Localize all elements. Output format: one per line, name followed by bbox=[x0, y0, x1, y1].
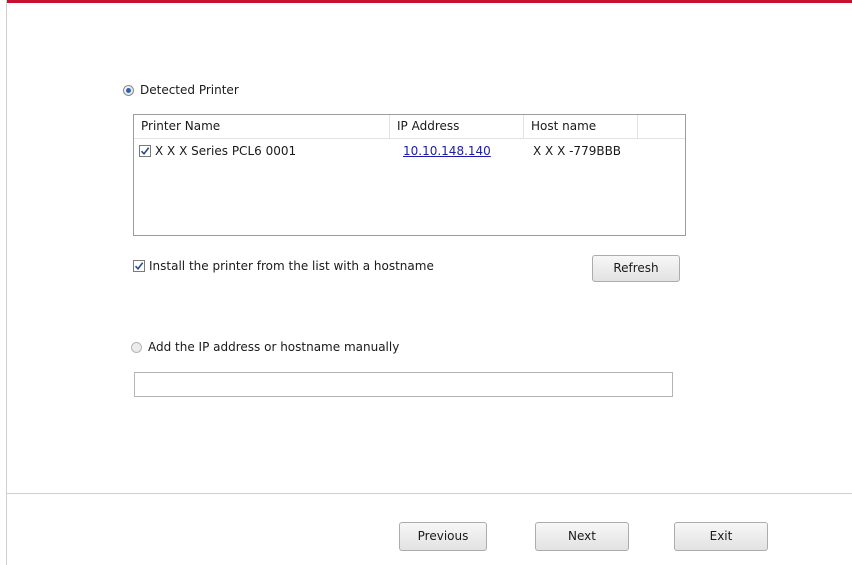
row-checkbox[interactable] bbox=[139, 145, 151, 157]
manual-address-label: Add the IP address or hostname manually bbox=[148, 340, 400, 354]
printer-name-cell: X X X Series PCL6 0001 bbox=[155, 144, 297, 158]
column-header-ip-address[interactable]: IP Address bbox=[390, 115, 524, 138]
hostname-install-label: Install the printer from the list with a… bbox=[149, 259, 434, 273]
manual-address-radio[interactable]: Add the IP address or hostname manually bbox=[131, 340, 399, 354]
checkmark-icon bbox=[140, 147, 150, 156]
printer-list[interactable]: Printer Name IP Address Host name X X X … bbox=[133, 114, 686, 236]
previous-button[interactable]: Previous bbox=[399, 522, 487, 551]
host-name-cell: X X X -779BBB bbox=[533, 144, 622, 158]
column-header-printer-name[interactable]: Printer Name bbox=[134, 115, 390, 138]
left-border bbox=[6, 0, 7, 565]
checkmark-icon bbox=[134, 262, 144, 271]
table-row[interactable]: X X X Series PCL6 0001 10.10.148.140 X X… bbox=[134, 141, 685, 161]
radio-unselected-icon bbox=[131, 341, 142, 353]
column-header-empty bbox=[638, 115, 685, 138]
refresh-button[interactable]: Refresh bbox=[592, 255, 680, 282]
column-header-host-name[interactable]: Host name bbox=[524, 115, 638, 138]
detected-printer-label: Detected Printer bbox=[140, 83, 239, 97]
hostname-install-checkbox[interactable]: Install the printer from the list with a… bbox=[133, 259, 434, 273]
radio-selected-icon bbox=[123, 84, 134, 96]
next-button[interactable]: Next bbox=[535, 522, 629, 551]
ip-address-link[interactable]: 10.10.148.140 bbox=[403, 141, 491, 161]
top-accent-bar bbox=[6, 0, 852, 3]
manual-address-input[interactable] bbox=[134, 372, 673, 397]
hostname-checkbox-box[interactable] bbox=[133, 260, 145, 272]
exit-button[interactable]: Exit bbox=[674, 522, 768, 551]
detected-printer-radio[interactable]: Detected Printer bbox=[123, 83, 239, 97]
printer-list-header: Printer Name IP Address Host name bbox=[134, 115, 685, 139]
footer-divider bbox=[6, 493, 852, 494]
